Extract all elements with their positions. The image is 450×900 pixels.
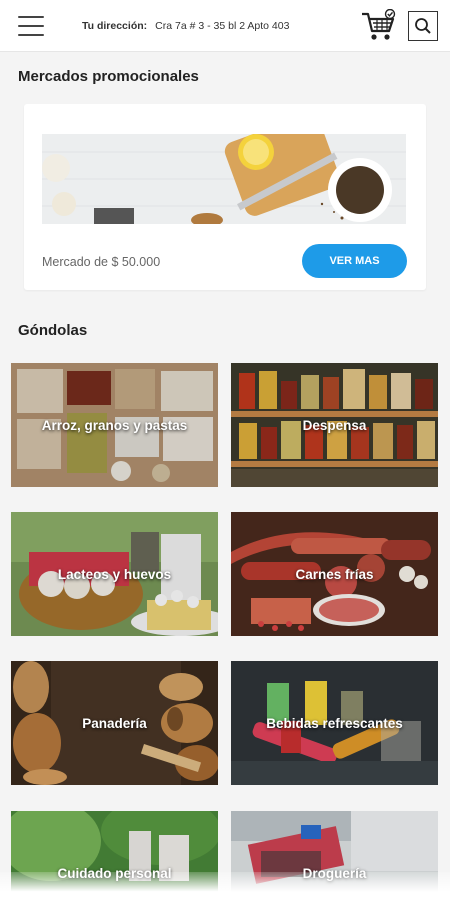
gondola-tile-despensa[interactable]: Despensa — [231, 363, 438, 487]
gondola-tile-bebidas-refrescantes[interactable]: Bebidas refrescantes — [231, 661, 438, 785]
gondola-tile-panaderia[interactable]: Panadería — [11, 661, 218, 785]
promo-card[interactable]: Mercado de $ 50.000 VER MAS — [24, 104, 426, 290]
gondola-label: Arroz, granos y pastas — [41, 417, 188, 433]
gondolas-section-title: Góndolas — [18, 322, 88, 339]
search-button[interactable] — [408, 10, 438, 41]
gondola-label: Despensa — [302, 417, 367, 433]
address-value: Cra 7a # 3 - 35 bl 2 Apto 403 — [155, 19, 290, 32]
promo-banner-image — [42, 134, 406, 224]
top-app-bar: Tu dirección: Cra 7a # 3 - 35 bl 2 Apto … — [0, 0, 450, 52]
address-label: Tu dirección: — [82, 19, 148, 32]
search-icon — [415, 17, 431, 34]
gondola-label: Bebidas refrescantes — [266, 715, 403, 731]
gondola-label: Carnes frías — [295, 566, 374, 582]
gondola-tile-lacteos-huevos[interactable]: Lacteos y huevos — [11, 512, 218, 636]
shopping-cart-icon[interactable] — [360, 8, 396, 43]
gondola-tile-carnes-frias[interactable]: Carnes frías — [231, 512, 438, 636]
promos-section-title: Mercados promocionales — [18, 68, 199, 85]
hamburger-menu-icon[interactable] — [18, 15, 44, 36]
promo-title: Mercado de $ 50.000 — [42, 255, 161, 269]
ver-mas-button[interactable]: VER MAS — [302, 244, 407, 278]
gondola-label: Lacteos y huevos — [57, 566, 172, 582]
delivery-address[interactable]: Tu dirección: Cra 7a # 3 - 35 bl 2 Apto … — [82, 20, 289, 32]
bottom-fade-overlay — [0, 872, 450, 900]
gondola-label: Panadería — [82, 715, 147, 731]
gondola-tile-arroz-granos-pastas[interactable]: Arroz, granos y pastas — [11, 363, 218, 487]
